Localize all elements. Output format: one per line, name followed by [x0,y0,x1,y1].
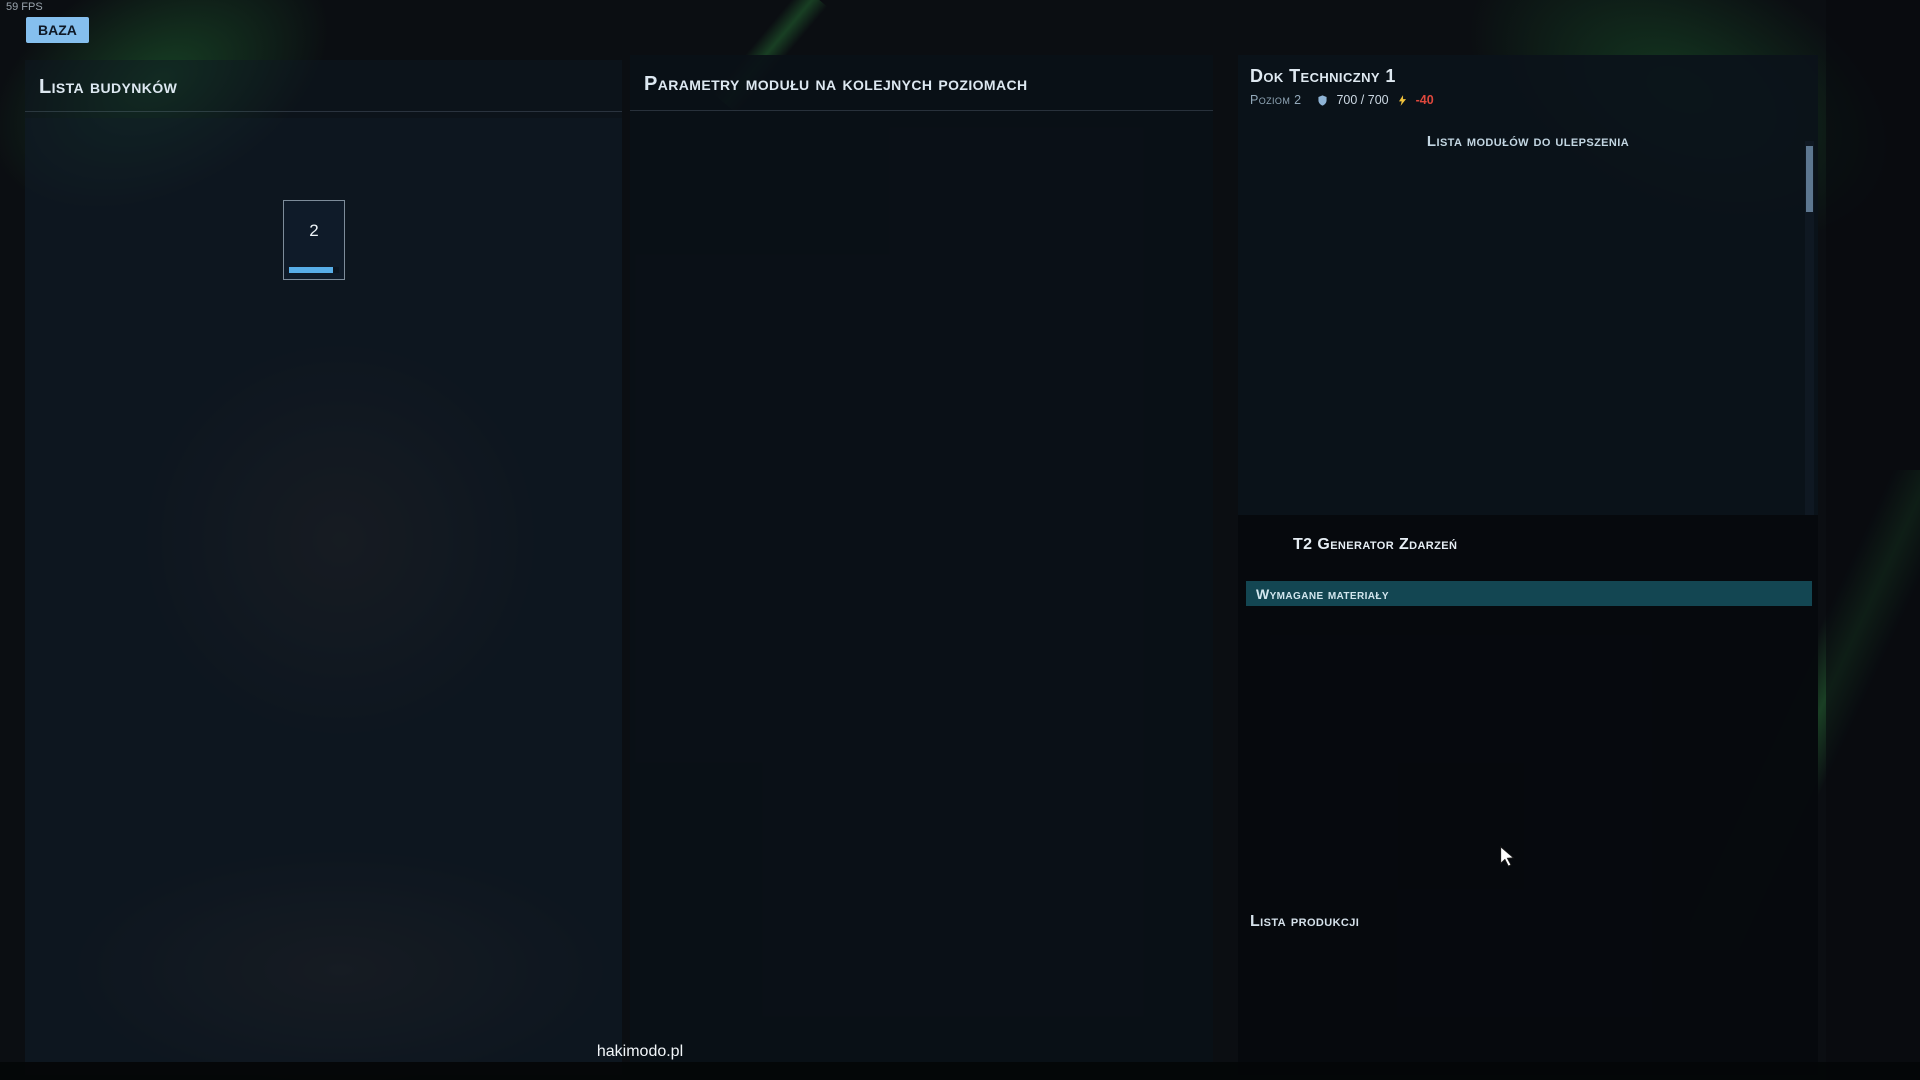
required-materials-header: Wymagane materiały [1246,581,1812,606]
building-count-badge: 2 [284,221,344,241]
buildings-panel-title: Lista budynków [39,76,177,98]
building-energy: -40 [1416,93,1434,107]
buildings-panel-body: 2 [25,118,622,1075]
module-parameters-title: Parametry modułu na kolejnych poziomach [644,73,1028,95]
fps-counter: 59 FPS [6,1,43,13]
production-list-title: Lista produkcji [1250,913,1359,931]
upgrade-grid-title: Lista modułów do ulepszenia [1238,133,1818,150]
selected-module-detail: T2 Generator Zdarzeń Wymagane materiały … [1238,515,1818,1075]
mouse-cursor [1497,845,1519,867]
watermark: hakimodo.pl [0,1043,1280,1061]
top-resource-bar: BAZA [26,17,100,43]
question-circle-icon [1252,531,1279,558]
game-screen: 59 FPS BAZA Lista budynków 2 Parametry m… [0,0,1920,1080]
building-tile[interactable]: 2 [283,200,345,280]
building-strip [1826,0,1920,1080]
grid-scrollbar-thumb[interactable] [1806,146,1813,212]
building-progress-bar [289,267,339,273]
lightning-icon [1396,94,1409,107]
grid-scrollbar[interactable] [1805,141,1814,515]
module-parameters-panel: Parametry modułu na kolejnych poziomach [630,55,1213,1075]
shield-icon [1316,94,1329,107]
bottom-letterbox [0,1062,1920,1080]
building-level: Poziom 2 [1250,93,1301,107]
building-stats-row: Poziom 2 700 / 700 -40 [1250,93,1434,107]
baza-button[interactable]: BAZA [26,17,89,43]
building-detail-panel: Dok Techniczny 1 Poziom 2 700 / 700 -40 … [1238,55,1818,1075]
building-name: Dok Techniczny 1 [1250,66,1396,87]
building-hp: 700 / 700 [1336,93,1388,107]
buildings-panel: Lista budynków 2 [25,60,622,1075]
selected-module-title: T2 Generator Zdarzeń [1293,536,1457,554]
